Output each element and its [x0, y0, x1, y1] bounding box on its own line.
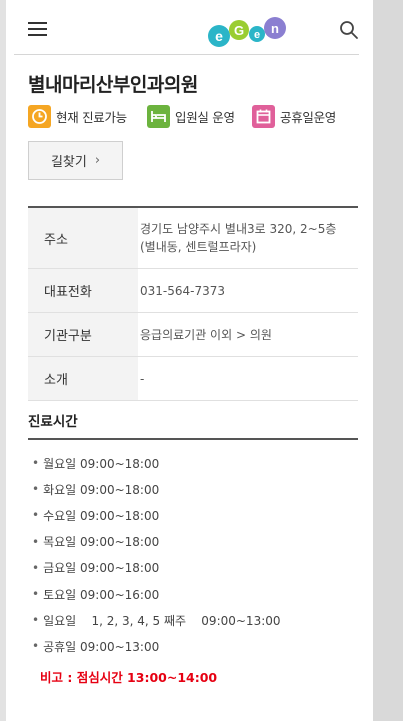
list-item: • 월요일 09:00~18:00	[32, 456, 160, 471]
calendar-icon	[252, 104, 275, 128]
hours-text: 목요일 09:00~18:00	[43, 535, 160, 550]
list-item: • 목요일 09:00~18:00	[32, 534, 160, 550]
hours-heading: 진료시간	[28, 410, 358, 440]
svg-text:e: e	[215, 28, 223, 44]
table-row: 소개 -	[28, 357, 358, 401]
list-item: • 공휴일 09:00~13:00	[32, 639, 160, 654]
directions-label: 길찾기	[50, 155, 87, 170]
bed-icon	[147, 104, 170, 128]
status-badges: 현재 진료가능 입원실 운영 공휴일운영	[28, 104, 358, 128]
badge-label: 공휴일운영	[280, 109, 337, 125]
row-label: 대표전화	[28, 269, 138, 312]
search-icon[interactable]	[339, 20, 359, 40]
hours-list: • 월요일 09:00~18:00 • 화요일 09:00~18:00 • 수요일 0…	[28, 450, 358, 660]
hours-text: 공휴일 09:00~13:00	[43, 639, 160, 654]
background-right	[373, 0, 403, 721]
chevron-right-icon: ›	[94, 153, 101, 168]
badge-holiday: 공휴일운영	[252, 104, 336, 128]
hours-text: 금요일 09:00~18:00	[43, 561, 160, 576]
hamburger-menu-icon[interactable]	[28, 20, 48, 36]
hours-text: 토요일 09:00~16:00	[43, 587, 160, 602]
svg-text:n: n	[271, 21, 279, 36]
address-value: 경기도 남양주시 별내3로 320, 2~5층 (별내동, 센트럴프라자)	[140, 222, 337, 254]
row-label: 기관구분	[28, 313, 138, 356]
category-value: 응급의료기관 이외 > 의원	[140, 327, 272, 342]
badge-label: 입원실 운영	[175, 109, 235, 125]
svg-text:e: e	[254, 29, 260, 41]
list-item: • 일요일 1, 2, 3, 4, 5 째주 09:00~13:00	[32, 613, 281, 628]
table-row: 기관구분 응급의료기관 이외 > 의원	[28, 313, 358, 357]
list-item: • 토요일 09:00~16:00	[32, 587, 160, 602]
table-row: 대표전화 031-564-7373	[28, 269, 358, 313]
table-row: 주소 경기도 남양주시 별내3로 320, 2~5층 (별내동, 센트럴프라자)	[28, 208, 358, 269]
list-item: • 수요일 09:00~18:00	[32, 508, 160, 523]
egen-logo[interactable]: e G e n	[207, 12, 289, 50]
badge-inpatient: 입원실 운영	[147, 104, 235, 128]
app-header: e G e n	[14, 4, 359, 55]
info-table: 주소 경기도 남양주시 별내3로 320, 2~5층 (별내동, 센트럴프라자)…	[28, 206, 358, 401]
row-label: 주소	[28, 208, 138, 268]
hours-text: 화요일 09:00~18:00	[43, 482, 160, 497]
row-label: 소개	[28, 357, 138, 400]
intro-value: -	[140, 371, 145, 386]
svg-text:G: G	[234, 23, 244, 38]
badge-label: 현재 진료가능	[56, 109, 127, 125]
hours-text: 월요일 09:00~18:00	[43, 456, 160, 471]
directions-button[interactable]: 길찾기 ›	[28, 141, 123, 180]
list-item: • 화요일 09:00~18:00	[32, 482, 160, 497]
hours-text: 수요일 09:00~18:00	[43, 508, 160, 523]
page-title: 별내마리산부인과의원	[28, 74, 198, 96]
list-item: • 금요일 09:00~18:00	[32, 560, 160, 576]
hours-text: 일요일 1, 2, 3, 4, 5 째주 09:00~13:00	[43, 613, 281, 628]
clock-icon	[28, 104, 51, 128]
badge-available-now: 현재 진료가능	[28, 104, 127, 128]
lunch-note: 비고 : 점심시간 13:00~14:00	[40, 670, 218, 685]
phone-value[interactable]: 031-564-7373	[138, 269, 358, 312]
